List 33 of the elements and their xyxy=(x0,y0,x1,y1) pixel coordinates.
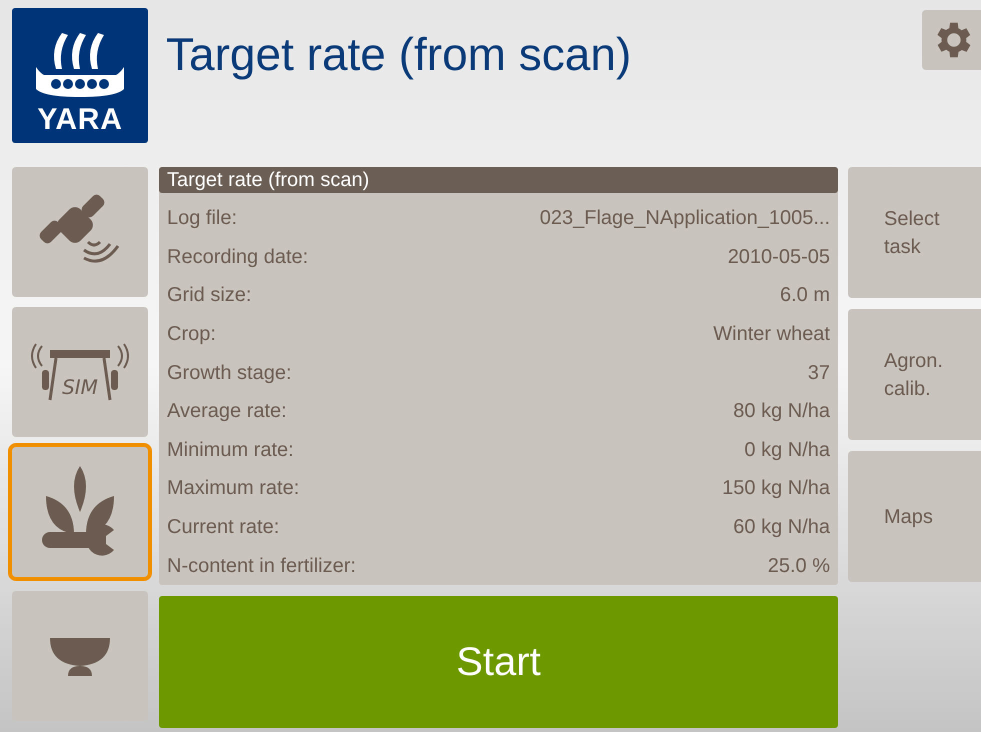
field-label: Log file: xyxy=(167,206,238,232)
bowl-icon xyxy=(48,636,112,676)
page-title: Target rate (from scan) xyxy=(166,27,632,82)
field-value: 60 kg N/ha xyxy=(733,515,830,540)
field-value: 25.0 % xyxy=(768,554,830,579)
field-label: Grid size: xyxy=(167,283,252,308)
field-value: 0 kg N/ha xyxy=(744,438,830,463)
field-value: 6.0 m xyxy=(780,283,830,308)
field-label: Maximum rate: xyxy=(167,476,300,502)
field-label: Current rate: xyxy=(167,515,280,540)
field-value: 80 kg N/ha xyxy=(733,399,830,424)
menu-button[interactable]: Agron. calib. xyxy=(848,309,981,440)
field-label: N-content in fertilizer: xyxy=(167,554,356,579)
field-value: 2010-05-05 xyxy=(728,244,830,270)
field-label: Crop: xyxy=(167,322,216,348)
field-label: Average rate: xyxy=(167,399,287,424)
nav-tile[interactable] xyxy=(12,591,148,721)
field-label: Growth stage: xyxy=(167,360,292,386)
field-label: Recording date: xyxy=(167,244,308,270)
settings-button[interactable] xyxy=(922,10,981,70)
field-value: 37 xyxy=(808,360,830,386)
field-value: 023_Flage_NApplication_1005... xyxy=(540,206,830,232)
nav-tile[interactable] xyxy=(8,443,152,581)
nav-tile[interactable]: SIM xyxy=(12,307,148,437)
menu-button[interactable]: Select task xyxy=(848,167,981,298)
field-value: 150 kg N/ha xyxy=(722,476,830,502)
start-button[interactable]: Start xyxy=(159,596,838,728)
panel-title: Target rate (from scan) xyxy=(159,167,838,193)
logo-text: YARA xyxy=(37,105,123,135)
nav-tile[interactable] xyxy=(12,167,148,297)
menu-button[interactable]: Maps xyxy=(848,451,981,582)
field-value: Winter wheat xyxy=(713,322,830,348)
field-label: Minimum rate: xyxy=(167,438,294,463)
